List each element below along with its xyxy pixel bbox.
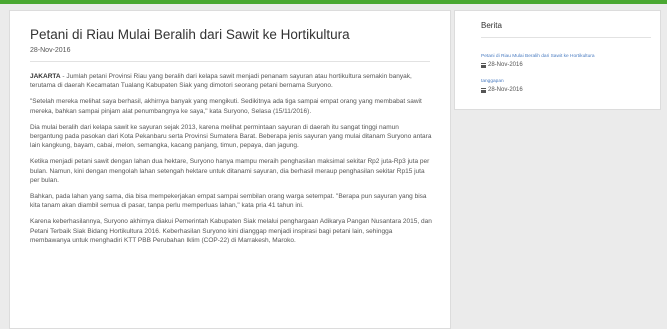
paragraph-text: - Jumlah petani Provinsi Riau yang beral…	[30, 73, 412, 90]
article-date: 28-Nov-2016	[30, 47, 71, 54]
article-dateline: JAKARTA	[30, 73, 61, 80]
paragraph-text: Dia mulai beralih dari kelapa sawit ke s…	[30, 123, 432, 150]
calendar-icon	[481, 62, 486, 68]
article-paragraph: Karena keberhasilannya, Suryono akhirnya…	[30, 217, 432, 245]
sidebar-news-date-row: 28-Nov-2016	[481, 86, 656, 94]
article-paragraph: Bahkan, pada lahan yang sama, dia bisa m…	[30, 192, 432, 210]
sidebar-news-link[interactable]: tanggapan	[481, 78, 656, 85]
sidebar-news-item: tanggapan 28-Nov-2016	[481, 78, 656, 94]
article-title: Petani di Riau Mulai Beralih dari Sawit …	[30, 27, 350, 42]
sidebar-news-date: 28-Nov-2016	[488, 62, 523, 68]
paragraph-text: Ketika menjadi petani sawit dengan lahan…	[30, 158, 430, 184]
article-paragraph: Ketika menjadi petani sawit dengan lahan…	[30, 157, 432, 185]
paragraph-text: Karena keberhasilannya, Suryono akhirnya…	[30, 218, 432, 244]
sidebar-berita: Berita Petani di Riau Mulai Beralih dari…	[454, 10, 661, 110]
sidebar-title: Berita	[481, 21, 502, 30]
article-paragraph: Dia mulai beralih dari kelapa sawit ke s…	[30, 123, 432, 151]
divider	[30, 61, 430, 62]
divider	[481, 37, 651, 38]
top-accent-bar	[0, 0, 667, 4]
sidebar-news-link[interactable]: Petani di Riau Mulai Beralih dari Sawit …	[481, 53, 656, 60]
sidebar-news-date-row: 28-Nov-2016	[481, 61, 656, 69]
sidebar-news-date: 28-Nov-2016	[488, 87, 523, 93]
article-paragraph: "Setelah mereka melihat saya berhasil, a…	[30, 97, 432, 115]
paragraph-text: Bahkan, pada lahan yang sama, dia bisa m…	[30, 193, 427, 210]
article-paragraph: JAKARTA - Jumlah petani Provinsi Riau ya…	[30, 72, 432, 90]
paragraph-text: "Setelah mereka melihat saya berhasil, a…	[30, 98, 422, 115]
sidebar-news-item: Petani di Riau Mulai Beralih dari Sawit …	[481, 53, 656, 69]
article-body: JAKARTA - Jumlah petani Provinsi Riau ya…	[30, 72, 432, 252]
article-card: Petani di Riau Mulai Beralih dari Sawit …	[9, 10, 451, 329]
calendar-icon	[481, 87, 486, 93]
